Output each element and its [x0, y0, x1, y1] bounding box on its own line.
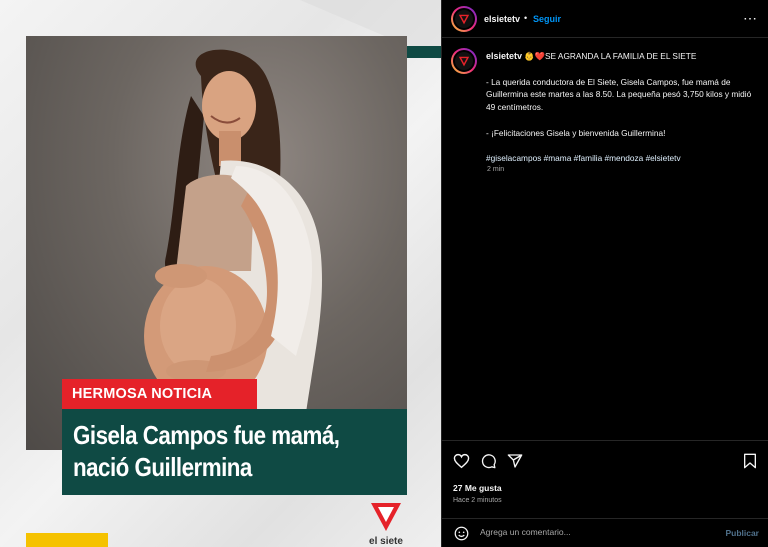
bookmark-icon[interactable] — [743, 453, 757, 474]
comment-icon[interactable] — [480, 453, 497, 474]
username-link[interactable]: elsietetv — [484, 14, 520, 24]
el-siete-logo: el siete — [364, 501, 408, 547]
news-tag: HERMOSA NOTICIA — [62, 379, 257, 409]
logo-v-icon — [458, 14, 470, 24]
yellow-strip — [26, 533, 108, 547]
post-age: Hace 2 minutos — [453, 497, 502, 504]
logo-v-icon — [458, 56, 470, 66]
likes-count[interactable]: 27 Me gusta — [453, 483, 502, 493]
logo-v-icon — [371, 503, 401, 531]
headline-box: Gisela Campos fue mamá, nació Guillermin… — [62, 409, 407, 495]
emoji-icon[interactable] — [454, 526, 469, 546]
caption-paragraph-1: - La querida conductora de El Siete, Gis… — [486, 76, 752, 113]
headline-line-1: Gisela Campos fue mamá, — [73, 420, 340, 450]
comment-input[interactable] — [480, 527, 700, 537]
post-header: elsietetv • Seguir ⋯ — [442, 0, 768, 38]
caption: elsietetv 👶❤️SE AGRANDA LA FAMILIA DE EL… — [486, 50, 756, 178]
publish-button[interactable]: Publicar — [725, 528, 759, 538]
caption-title: 👶❤️SE AGRANDA LA FAMILIA DE EL SIETE — [524, 51, 697, 61]
separator-dot: • — [524, 13, 528, 23]
caption-time: 2 min — [487, 166, 505, 173]
post-sidebar: elsietetv • Seguir ⋯ elsietetv 👶❤️SE AGR… — [441, 0, 768, 547]
caption-avatar[interactable] — [451, 48, 477, 74]
comment-bar: Publicar — [442, 518, 768, 546]
logo-text: el siete — [369, 536, 403, 547]
share-icon[interactable] — [507, 453, 523, 474]
follow-button[interactable]: Seguir — [533, 14, 561, 24]
caption-title-line: elsietetv 👶❤️SE AGRANDA LA FAMILIA DE EL… — [486, 50, 756, 63]
caption-paragraph-2: - ¡Felicitaciones Gisela y bienvenida Gu… — [486, 127, 666, 138]
avatar[interactable] — [451, 6, 477, 32]
more-horizontal-icon[interactable]: ⋯ — [743, 10, 757, 27]
headline-line-2: nació Guillermina — [73, 452, 252, 482]
caption-hashtags[interactable]: #giselacampos #mama #familia #mendoza #e… — [486, 152, 756, 165]
post-actions: 27 Me gusta Hace 2 minutos Publicar — [442, 440, 768, 545]
caption-username[interactable]: elsietetv — [486, 51, 522, 61]
heart-icon[interactable] — [453, 453, 470, 474]
post-image[interactable]: HERMOSA NOTICIA Gisela Campos fue mamá, … — [0, 0, 441, 547]
